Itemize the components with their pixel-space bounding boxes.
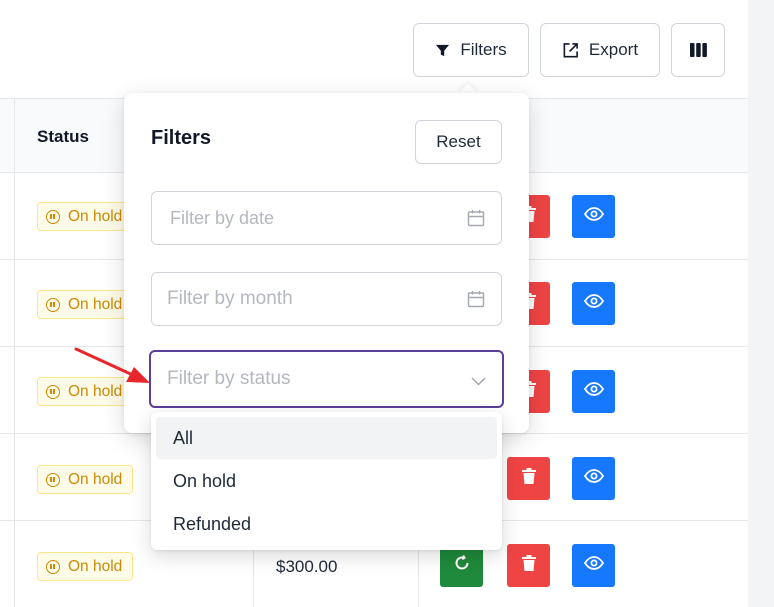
filters-button[interactable]: Filters [413, 23, 529, 77]
pause-icon [46, 559, 60, 574]
refresh-icon [454, 554, 470, 576]
column-header-status: Status [37, 127, 89, 146]
status-option-refunded[interactable]: Refunded [156, 503, 497, 545]
status-badge: On hold [37, 552, 134, 581]
view-button[interactable] [572, 282, 615, 325]
page-margin [748, 0, 774, 607]
status-badge: On hold [37, 465, 134, 494]
filters-popover-title: Filters [151, 127, 212, 149]
status-option-on-hold[interactable]: On hold [156, 460, 497, 502]
eye-icon [583, 556, 604, 575]
calendar-icon [467, 209, 485, 232]
row-amount: $300.00 [276, 557, 338, 576]
view-button[interactable] [572, 457, 615, 500]
delete-button[interactable] [507, 457, 550, 500]
pause-icon [46, 384, 60, 399]
status-badge-label: On hold [68, 557, 123, 575]
status-badge: On hold [37, 202, 134, 231]
pause-icon [46, 209, 60, 224]
status-badge-label: On hold [68, 207, 123, 225]
columns-toggle-button[interactable] [671, 23, 725, 77]
status-option-all[interactable]: All [156, 417, 497, 459]
trash-icon [521, 468, 536, 489]
view-button[interactable] [572, 195, 615, 238]
refund-button[interactable] [440, 544, 483, 587]
view-button[interactable] [572, 370, 615, 413]
export-label: Export [588, 40, 639, 59]
eye-icon [583, 382, 604, 401]
eye-icon [583, 294, 604, 313]
trash-icon [521, 555, 536, 576]
calendar-icon [467, 290, 485, 313]
export-icon [562, 42, 579, 59]
status-dropdown-menu: All On hold Refunded [151, 412, 502, 550]
view-button[interactable] [572, 544, 615, 587]
month-filter-input[interactable] [152, 273, 501, 325]
delete-button[interactable] [507, 544, 550, 587]
date-filter-field[interactable] [151, 191, 502, 245]
reset-button[interactable]: Reset [415, 120, 502, 164]
chevron-down-icon [471, 373, 486, 391]
funnel-icon [435, 43, 450, 58]
status-badge: On hold [37, 290, 134, 319]
status-badge-label: On hold [68, 470, 123, 488]
export-button[interactable]: Export [540, 23, 660, 77]
pause-icon [46, 297, 60, 312]
status-badge-label: On hold [68, 382, 123, 400]
filters-label: Filters [460, 40, 507, 59]
eye-icon [583, 469, 604, 488]
eye-icon [583, 207, 604, 226]
status-badge: On hold [37, 377, 134, 406]
month-filter-field[interactable] [151, 272, 502, 326]
pause-icon [46, 472, 60, 487]
columns-icon [689, 43, 707, 57]
status-filter-input[interactable] [151, 352, 502, 406]
date-filter-input[interactable] [152, 192, 501, 244]
status-badge-label: On hold [68, 295, 123, 313]
orders-page: Filters Export Status On hold On hold On… [0, 0, 774, 607]
status-filter-select[interactable] [149, 350, 504, 408]
